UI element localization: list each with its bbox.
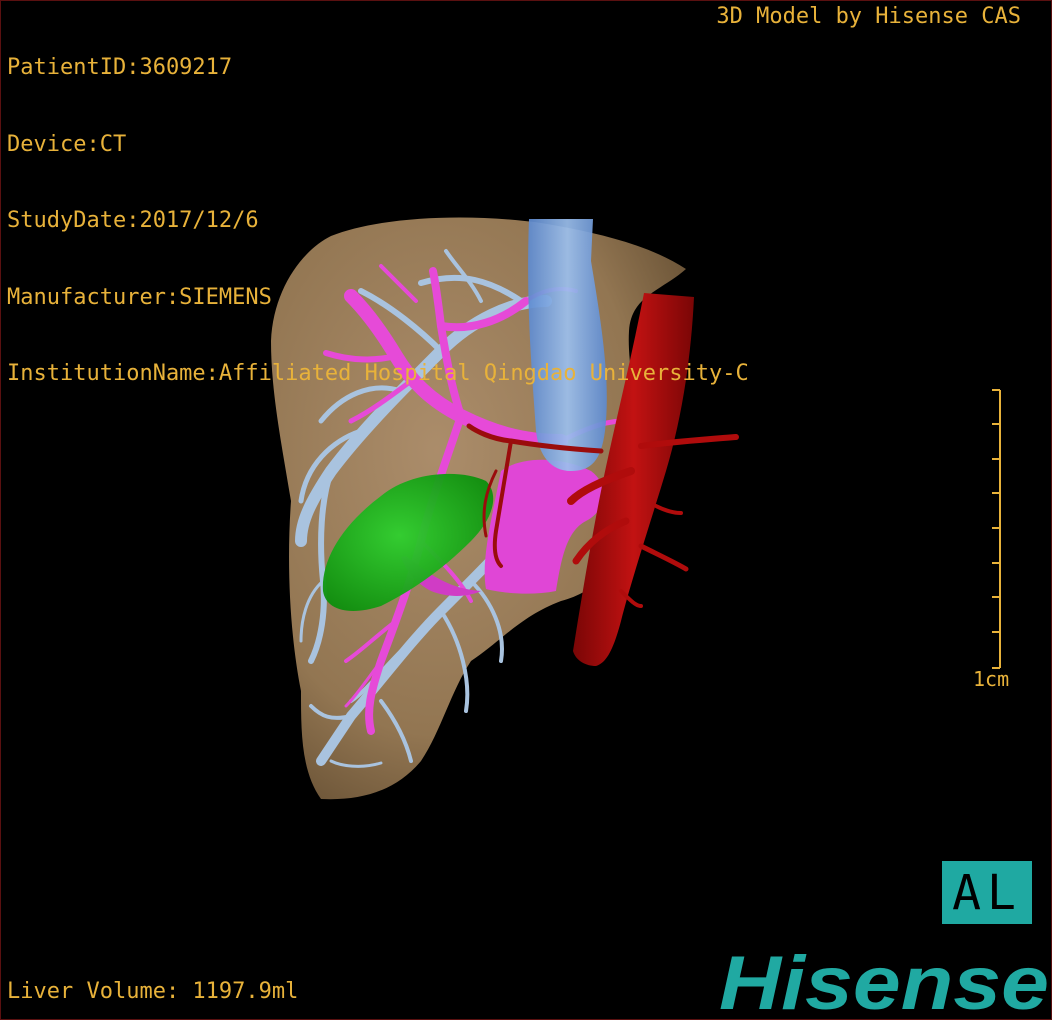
liver-volume-readout: Liver Volume: 1197.9ml [7,979,299,1004]
patient-id: PatientID:3609217 [7,55,233,80]
ct-3d-viewer[interactable]: PatientID:3609217 Device:CT StudyDate:20… [0,0,1052,1020]
institution-name: InstitutionName:Affiliated Hospital Qing… [7,361,749,386]
orientation-indicator[interactable]: AL [942,861,1032,924]
patient-info-overlay: PatientID:3609217 Device:CT StudyDate:20… [7,4,749,438]
device: Device:CT [7,131,127,157]
scale-bar [992,389,1001,669]
hisense-logo: Hisense [719,941,1049,1020]
manufacturer: Manufacturer:SIEMENS [7,284,272,310]
model-watermark: 3D Model by Hisense CAS [716,4,1021,29]
scale-label: 1cm [973,667,1010,691]
study-date: StudyDate:2017/12/6 [7,208,259,233]
brand-text: Hisense [719,941,1049,1020]
